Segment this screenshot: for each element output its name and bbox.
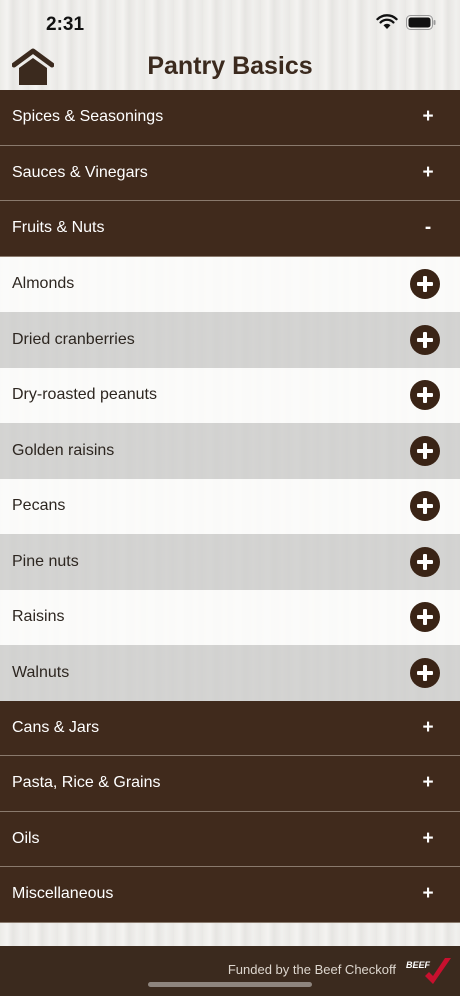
beef-checkoff-logo[interactable]: BEEF [405,952,453,986]
collapse-icon: - [424,217,432,239]
add-item-button[interactable] [410,546,440,577]
list-item: Raisins [0,589,460,645]
item-label: Dried cranberries [12,330,135,348]
add-item-button[interactable] [410,657,440,688]
category-pasta-rice-grains[interactable]: Pasta, Rice & Grains + [0,756,460,812]
status-bar: 2:31 [0,0,460,48]
app-header: Pantry Basics [0,44,460,90]
add-item-button[interactable] [410,269,440,300]
category-fruits-nuts[interactable]: Fruits & Nuts - [0,201,460,257]
add-item-button[interactable] [410,602,440,633]
list-item: Dried cranberries [0,312,460,368]
list-item: Pine nuts [0,534,460,590]
item-label: Pecans [12,497,66,515]
category-label: Sauces & Vinegars [12,163,148,181]
category-oils[interactable]: Oils + [0,811,460,867]
item-label: Pine nuts [12,552,79,570]
expand-icon: + [422,883,434,905]
page-title: Pantry Basics [147,52,313,80]
add-item-button[interactable] [410,491,440,522]
list-item: Walnuts [0,645,460,701]
pantry-list: Spices & Seasonings + Sauces & Vinegars … [0,90,460,923]
category-label: Oils [12,829,40,847]
list-item: Pecans [0,478,460,534]
category-miscellaneous[interactable]: Miscellaneous + [0,867,460,923]
logo-text: BEEF [406,960,431,970]
category-cans-jars[interactable]: Cans & Jars + [0,700,460,756]
item-label: Almonds [12,275,75,293]
expand-icon: + [422,161,434,183]
category-spices-seasonings[interactable]: Spices & Seasonings + [0,90,460,146]
expand-icon: + [422,716,434,738]
battery-icon [406,14,436,30]
item-label: Golden raisins [12,441,115,459]
home-indicator[interactable] [148,982,312,987]
category-label: Miscellaneous [12,885,114,903]
list-item: Dry-roasted peanuts [0,367,460,423]
item-label: Walnuts [12,663,70,681]
list-item: Golden raisins [0,423,460,479]
category-label: Cans & Jars [12,718,100,736]
wifi-icon [376,14,398,29]
expand-icon: + [422,827,434,849]
status-time: 2:31 [46,14,85,35]
category-sauces-vinegars[interactable]: Sauces & Vinegars + [0,145,460,201]
list-item: Almonds [0,256,460,312]
footer-text: Funded by the Beef Checkoff [227,962,396,977]
category-label: Spices & Seasonings [12,108,164,126]
item-label: Dry-roasted peanuts [12,386,157,404]
add-item-button[interactable] [410,435,440,466]
item-label: Raisins [12,608,65,626]
category-label: Pasta, Rice & Grains [12,774,161,792]
expand-icon: + [422,106,434,128]
footer: Funded by the Beef Checkoff BEEF [0,946,460,996]
add-item-button[interactable] [410,380,440,411]
category-label: Fruits & Nuts [12,219,105,237]
status-icons [376,14,436,30]
add-item-button[interactable] [410,324,440,355]
expand-icon: + [422,772,434,794]
